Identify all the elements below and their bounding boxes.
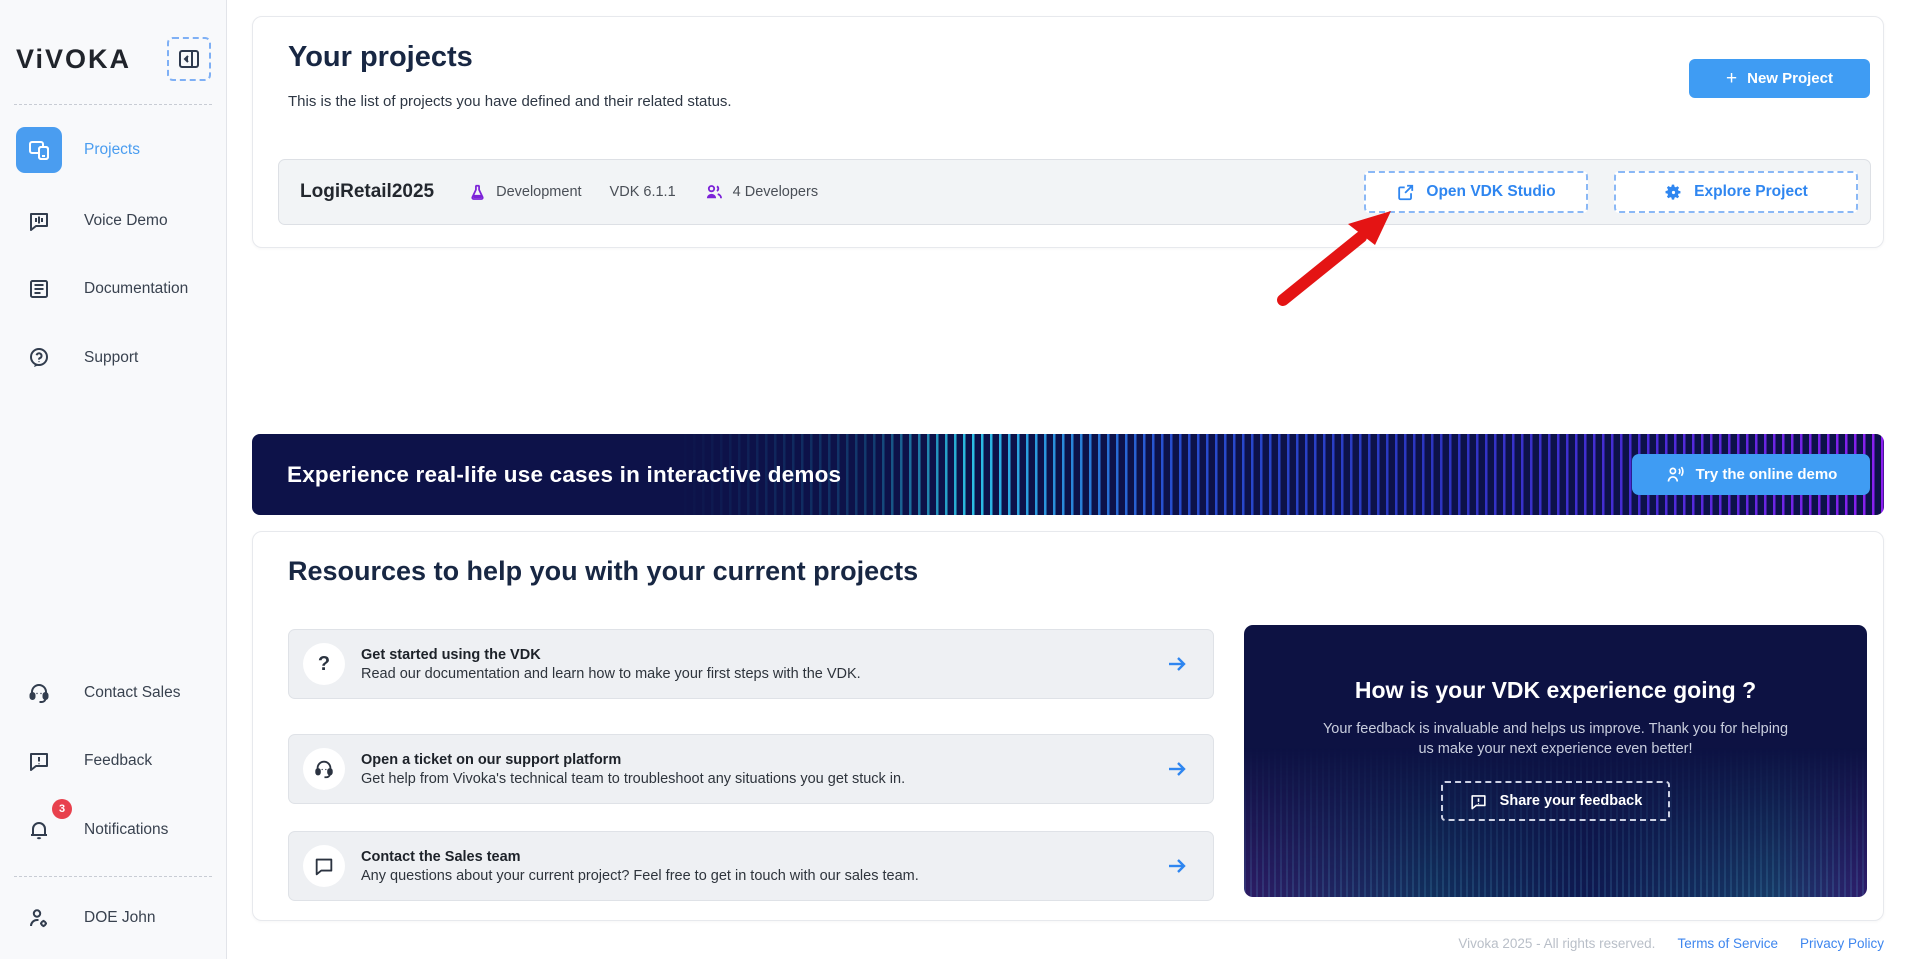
banner-title: Experience real-life use cases in intera… <box>287 462 841 488</box>
vivoka-logo: ViVOKA <box>16 44 131 75</box>
page-subtitle: This is the list of projects you have de… <box>288 93 732 110</box>
arrow-right-icon <box>1165 652 1189 676</box>
sidebar-header: ViVOKA <box>16 36 211 82</box>
notifications-badge: 3 <box>52 799 72 819</box>
feedback-title: How is your VDK experience going ? <box>1355 677 1756 704</box>
project-vdk-version: VDK 6.1.1 <box>610 184 676 200</box>
sidebar-item-contact-sales[interactable]: Contact Sales <box>16 670 181 716</box>
sidebar-item-label: Feedback <box>84 752 152 770</box>
project-name: LogiRetail2025 <box>300 181 434 203</box>
project-developers: 4 Developers <box>704 182 818 202</box>
headset-icon <box>16 670 62 716</box>
sidebar-item-projects[interactable]: Projects <box>16 127 140 173</box>
sidebar-collapse-button[interactable] <box>167 37 211 81</box>
new-project-button[interactable]: + New Project <box>1689 59 1870 98</box>
chat-bubble-icon <box>303 845 345 887</box>
sidebar-item-documentation[interactable]: Documentation <box>16 266 188 312</box>
sidebar: ViVOKA <box>0 0 227 959</box>
app-root: ViVOKA <box>0 0 1914 959</box>
feedback-bubble-icon <box>1469 792 1488 811</box>
sidebar-item-label: Documentation <box>84 280 188 298</box>
resources-section: Resources to help you with your current … <box>252 531 1884 921</box>
resource-description: Read our documentation and learn how to … <box>361 666 861 682</box>
main-content: Your projects This is the list of projec… <box>227 0 1914 959</box>
open-vdk-studio-label: Open VDK Studio <box>1426 183 1555 201</box>
resource-card-support-ticket[interactable]: Open a ticket on our support platform Ge… <box>288 734 1214 804</box>
resource-card-contact-sales[interactable]: Contact the Sales team Any questions abo… <box>288 831 1214 901</box>
user-settings-icon <box>16 895 62 941</box>
projects-section: Your projects This is the list of projec… <box>252 16 1884 248</box>
share-feedback-button[interactable]: Share your feedback <box>1441 781 1671 821</box>
new-project-label: New Project <box>1747 70 1833 87</box>
gear-icon <box>1664 183 1683 202</box>
page-title: Your projects <box>288 41 473 74</box>
people-icon <box>704 182 724 202</box>
terms-of-service-link[interactable]: Terms of Service <box>1677 936 1778 951</box>
headset-icon <box>303 748 345 790</box>
speaking-person-icon <box>1665 464 1686 485</box>
try-online-demo-label: Try the online demo <box>1696 466 1838 483</box>
sidebar-item-label: Notifications <box>84 821 168 839</box>
copyright-text: Vivoka 2025 - All rights reserved. <box>1458 936 1655 951</box>
arrow-right-icon <box>1165 854 1189 878</box>
bell-icon: 3 <box>16 807 62 853</box>
sidebar-item-voice-demo[interactable]: Voice Demo <box>16 198 168 244</box>
resource-description: Get help from Vivoka's technical team to… <box>361 771 905 787</box>
feedback-body: Your feedback is invaluable and helps us… <box>1321 720 1791 759</box>
feedback-bubble-icon <box>16 738 62 784</box>
project-actions: Open VDK Studio Explore Project <box>1364 171 1858 213</box>
panel-collapse-icon <box>177 47 201 71</box>
sidebar-item-notifications[interactable]: 3 Notifications <box>16 807 168 853</box>
sidebar-item-support[interactable]: Support <box>16 335 138 381</box>
resource-card-get-started[interactable]: ? Get started using the VDK Read our doc… <box>288 629 1214 699</box>
sidebar-divider-bottom <box>14 876 212 877</box>
sidebar-divider-top <box>14 104 212 105</box>
resource-title: Get started using the VDK <box>361 647 861 663</box>
sidebar-item-label: Voice Demo <box>84 212 168 230</box>
sidebar-item-label: DOE John <box>84 909 156 927</box>
resource-title: Open a ticket on our support platform <box>361 752 905 768</box>
privacy-policy-link[interactable]: Privacy Policy <box>1800 936 1884 951</box>
plus-icon: + <box>1726 68 1737 90</box>
open-vdk-studio-button[interactable]: Open VDK Studio <box>1364 171 1588 213</box>
sidebar-item-feedback[interactable]: Feedback <box>16 738 152 784</box>
resource-title: Contact the Sales team <box>361 849 919 865</box>
sidebar-item-label: Contact Sales <box>84 684 181 702</box>
resources-title: Resources to help you with your current … <box>288 556 918 587</box>
question-icon: ? <box>303 643 345 685</box>
documentation-icon <box>16 266 62 312</box>
resource-description: Any questions about your current project… <box>361 868 919 884</box>
sidebar-item-user-account[interactable]: DOE John <box>16 895 156 941</box>
share-feedback-label: Share your feedback <box>1500 793 1643 809</box>
sidebar-item-label: Support <box>84 349 138 367</box>
projects-icon <box>16 127 62 173</box>
support-icon <box>16 335 62 381</box>
project-row[interactable]: LogiRetail2025 Development VDK 6.1.1 <box>278 159 1871 225</box>
arrow-right-icon <box>1165 757 1189 781</box>
sidebar-item-label: Projects <box>84 141 140 159</box>
explore-project-button[interactable]: Explore Project <box>1614 171 1858 213</box>
voice-demo-icon <box>16 198 62 244</box>
feedback-panel: How is your VDK experience going ? Your … <box>1244 625 1867 897</box>
try-online-demo-button[interactable]: Try the online demo <box>1632 454 1870 495</box>
flask-icon <box>468 183 487 202</box>
footer: Vivoka 2025 - All rights reserved. Terms… <box>1458 936 1884 951</box>
external-link-icon <box>1396 183 1415 202</box>
explore-project-label: Explore Project <box>1694 183 1808 201</box>
project-status: Development <box>468 183 581 202</box>
demo-banner: Experience real-life use cases in intera… <box>252 434 1884 515</box>
